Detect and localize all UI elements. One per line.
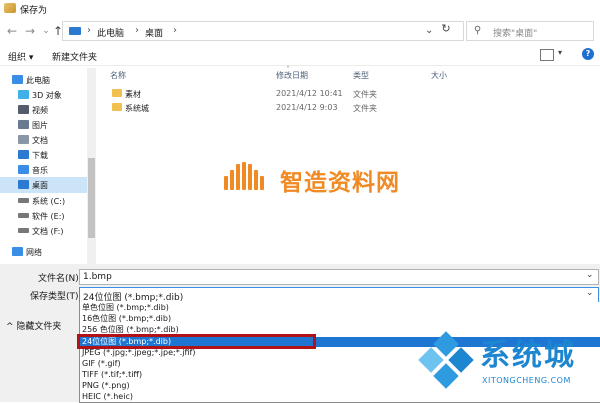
watermark-text: 智造资料网 <box>280 170 400 196</box>
video-icon <box>18 105 29 114</box>
window-title: 保存为 <box>20 6 48 16</box>
sidebar-item-desktop[interactable]: 桌面 <box>0 177 88 193</box>
column-modified[interactable]: 修改日期 <box>276 70 308 81</box>
watermark-bars-icon <box>224 162 272 190</box>
forward-arrow-icon[interactable]: → <box>22 23 38 39</box>
sidebar-item-label: 此电脑 <box>26 76 50 85</box>
sidebar-item-3d-objects[interactable]: 3D 对象 <box>0 87 88 103</box>
3d-objects-icon <box>18 90 29 99</box>
breadcrumb-separator: › <box>135 25 139 36</box>
pc-icon <box>12 75 23 84</box>
navigation-pane: 此电脑 3D 对象 视频 图片 文档 下载 音乐 桌面 系统 (C:) 软件 (… <box>0 66 88 264</box>
sidebar-item-label: 视频 <box>32 106 48 115</box>
file-modified: 2021/4/12 9:03 <box>276 103 338 112</box>
sidebar-item-label: 软件 (E:) <box>32 212 65 221</box>
sidebar-scrollbar[interactable] <box>87 68 96 266</box>
folder-icon <box>112 89 122 97</box>
view-dropdown-icon[interactable]: ▾ <box>558 48 562 57</box>
save-dialog-icon <box>4 3 16 13</box>
sidebar-item-videos[interactable]: 视频 <box>0 102 88 118</box>
pc-icon <box>69 27 81 35</box>
search-placeholder: 搜索"桌面" <box>493 29 538 39</box>
sidebar-item-label: 文档 <box>32 136 48 145</box>
folder-icon <box>112 103 122 111</box>
sidebar-item-label: 系统 (C:) <box>32 197 66 206</box>
help-icon[interactable]: ? <box>582 48 594 60</box>
music-icon <box>18 165 29 174</box>
chevron-up-icon: ^ <box>6 322 17 332</box>
download-icon <box>18 150 29 159</box>
sidebar-item-this-pc[interactable]: 此电脑 <box>0 72 88 88</box>
sidebar-item-downloads[interactable]: 下载 <box>0 147 88 163</box>
desktop-icon <box>18 180 29 189</box>
breadcrumb-desktop[interactable]: 桌面 <box>145 26 163 39</box>
sidebar-item-drive-c[interactable]: 系统 (C:) <box>0 193 88 209</box>
breadcrumb-separator: › <box>87 25 91 36</box>
sidebar-item-documents[interactable]: 文档 <box>0 132 88 148</box>
title-bar: 保存为 <box>0 0 600 18</box>
filetype-option[interactable]: 16色位图 (*.bmp;*.dib) <box>80 314 600 324</box>
hide-folders-label: 隐藏文件夹 <box>16 322 62 332</box>
filename-value: 1.bmp <box>83 272 112 282</box>
xitongcheng-logo-icon <box>418 331 474 390</box>
filetype-option[interactable]: 单色位图 (*.bmp;*.dib) <box>80 303 600 313</box>
file-modified: 2021/4/12 10:41 <box>276 89 343 98</box>
filename-field[interactable]: 1.bmp ⌄ <box>79 269 599 285</box>
sidebar-item-music[interactable]: 音乐 <box>0 162 88 178</box>
highlight-annotation-box <box>77 334 316 349</box>
sidebar-item-pictures[interactable]: 图片 <box>0 117 88 133</box>
organize-button[interactable]: 组织 ▾ <box>8 50 33 63</box>
view-options-icon[interactable] <box>540 49 554 61</box>
refresh-icon[interactable]: ↻ <box>438 22 454 38</box>
column-headers: ˄ 名称 修改日期 类型 大小 <box>100 65 600 84</box>
scrollbar-thumb[interactable] <box>88 158 95 238</box>
filetype-select[interactable]: 24位位图 (*.bmp;*.dib) ⌄ <box>79 287 599 303</box>
watermark-logo: 智造资料网 <box>224 160 414 196</box>
drive-c-icon <box>18 198 29 203</box>
sidebar-item-label: 3D 对象 <box>32 91 62 100</box>
breadcrumb-separator: › <box>173 25 177 36</box>
search-icon: ⚲ <box>474 25 482 36</box>
column-type[interactable]: 类型 <box>353 70 369 81</box>
chevron-down-icon[interactable]: ⌄ <box>586 288 594 298</box>
table-row[interactable]: 素材 2021/4/12 10:41 文件夹 <box>100 87 600 101</box>
drive-e-icon <box>18 213 29 218</box>
column-size[interactable]: 大小 <box>431 70 447 81</box>
sidebar-item-network[interactable]: 网络 <box>0 244 88 260</box>
drive-f-icon <box>18 228 29 233</box>
xitongcheng-watermark: 系统城 XITONGCHENG.COM <box>416 328 600 402</box>
sidebar-item-label: 音乐 <box>32 166 48 175</box>
network-icon <box>12 247 23 256</box>
column-name[interactable]: 名称 <box>110 70 126 81</box>
watermark-en-text: XITONGCHENG.COM <box>482 376 571 385</box>
hide-folders-button[interactable]: ^ 隐藏文件夹 <box>6 319 61 332</box>
file-type: 文件夹 <box>353 90 377 99</box>
sidebar-item-label: 网络 <box>26 248 42 257</box>
sidebar-item-label: 文档 (F:) <box>32 227 64 236</box>
sidebar-item-label: 图片 <box>32 121 48 130</box>
pictures-icon <box>18 120 29 129</box>
filename-label: 文件名(N): <box>38 274 82 284</box>
new-folder-button[interactable]: 新建文件夹 <box>52 50 97 63</box>
toolbar: 组织 ▾ 新建文件夹 <box>0 45 600 66</box>
chevron-down-icon[interactable]: ⌄ <box>586 270 594 280</box>
address-bar[interactable]: › 此电脑 › 桌面 › ⌄ <box>62 21 464 41</box>
sidebar-item-label: 下载 <box>32 151 48 160</box>
filetype-label: 保存类型(T): <box>30 292 82 302</box>
breadcrumb-this-pc[interactable]: 此电脑 <box>97 26 124 39</box>
file-name: 素材 <box>125 90 141 99</box>
sidebar-item-drive-f[interactable]: 文档 (F:) <box>0 223 88 239</box>
address-dropdown-icon[interactable]: ⌄ <box>425 25 433 36</box>
watermark-cn-text: 系统城 <box>480 338 576 373</box>
documents-icon <box>18 135 29 144</box>
sidebar-item-drive-e[interactable]: 软件 (E:) <box>0 208 88 224</box>
sidebar-item-label: 桌面 <box>32 181 48 190</box>
file-name: 系统城 <box>125 104 149 113</box>
back-arrow-icon[interactable]: ← <box>4 23 20 39</box>
file-type: 文件夹 <box>353 104 377 113</box>
table-row[interactable]: 系统城 2021/4/12 9:03 文件夹 <box>100 101 600 115</box>
search-box[interactable]: ⚲ 搜索"桌面" <box>466 21 594 41</box>
